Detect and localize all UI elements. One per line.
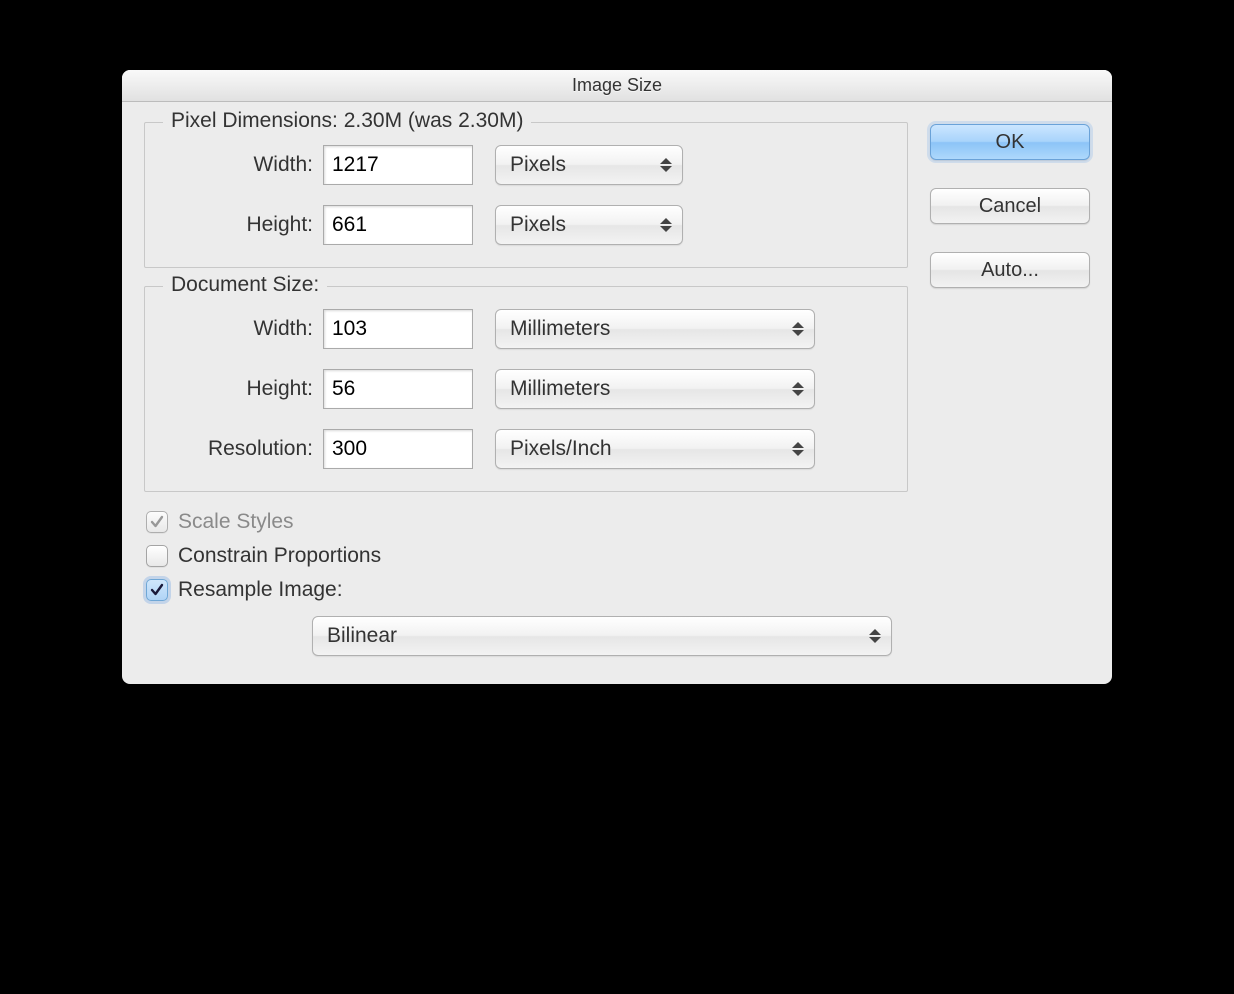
constrain-label: Constrain Proportions — [178, 544, 381, 568]
window-title: Image Size — [572, 75, 662, 96]
stepper-icon — [792, 382, 804, 396]
scale-styles-row: Scale Styles — [144, 510, 908, 534]
pixel-width-row: Width: Pixels — [163, 145, 889, 185]
doc-height-label: Height: — [163, 377, 323, 401]
stepper-icon — [869, 629, 881, 643]
check-icon — [150, 515, 164, 529]
doc-width-label: Width: — [163, 317, 323, 341]
image-size-dialog: Image Size Pixel Dimensions: 2.30M (was … — [122, 70, 1112, 684]
stepper-icon — [792, 442, 804, 456]
resample-image-checkbox[interactable] — [146, 579, 168, 601]
check-icon — [150, 583, 164, 597]
pixel-height-unit-value: Pixels — [510, 213, 566, 237]
window-titlebar: Image Size — [122, 70, 1112, 102]
resample-row: Resample Image: — [144, 578, 908, 602]
button-column: OK Cancel Auto... — [930, 122, 1090, 656]
pixel-dimensions-legend: Pixel Dimensions: 2.30M (was 2.30M) — [163, 109, 531, 133]
pixel-height-unit-select[interactable]: Pixels — [495, 205, 683, 245]
pixel-dimensions-group: Pixel Dimensions: 2.30M (was 2.30M) Widt… — [144, 122, 908, 268]
pixel-width-label: Width: — [163, 153, 323, 177]
pixel-width-input[interactable] — [323, 145, 473, 185]
doc-height-unit-select[interactable]: Millimeters — [495, 369, 815, 409]
resample-method-value: Bilinear — [327, 624, 397, 648]
pixel-width-unit-select[interactable]: Pixels — [495, 145, 683, 185]
constrain-proportions-checkbox[interactable] — [146, 545, 168, 567]
resolution-unit-select[interactable]: Pixels/Inch — [495, 429, 815, 469]
doc-width-unit-value: Millimeters — [510, 317, 610, 341]
left-column: Pixel Dimensions: 2.30M (was 2.30M) Widt… — [144, 122, 908, 656]
auto-button[interactable]: Auto... — [930, 252, 1090, 288]
ok-button-label: OK — [996, 131, 1025, 154]
dialog-content: Pixel Dimensions: 2.30M (was 2.30M) Widt… — [122, 102, 1112, 684]
resolution-unit-value: Pixels/Inch — [510, 437, 612, 461]
cancel-button-label: Cancel — [979, 195, 1041, 218]
resample-label: Resample Image: — [178, 578, 343, 602]
constrain-row: Constrain Proportions — [144, 544, 908, 568]
pixel-height-label: Height: — [163, 213, 323, 237]
pixel-width-unit-value: Pixels — [510, 153, 566, 177]
resolution-input[interactable] — [323, 429, 473, 469]
doc-height-row: Height: Millimeters — [163, 369, 889, 409]
stepper-icon — [660, 218, 672, 232]
doc-width-row: Width: Millimeters — [163, 309, 889, 349]
auto-button-label: Auto... — [981, 259, 1039, 282]
resample-method-select[interactable]: Bilinear — [312, 616, 892, 656]
doc-width-input[interactable] — [323, 309, 473, 349]
document-size-legend: Document Size: — [163, 273, 327, 297]
scale-styles-label: Scale Styles — [178, 510, 294, 534]
resample-method-row: Bilinear — [144, 616, 908, 656]
ok-button[interactable]: OK — [930, 124, 1090, 160]
stepper-icon — [660, 158, 672, 172]
pixel-height-row: Height: Pixels — [163, 205, 889, 245]
scale-styles-checkbox — [146, 511, 168, 533]
pixel-height-input[interactable] — [323, 205, 473, 245]
resolution-row: Resolution: Pixels/Inch — [163, 429, 889, 469]
doc-height-unit-value: Millimeters — [510, 377, 610, 401]
document-size-group: Document Size: Width: Millimeters Height… — [144, 286, 908, 492]
doc-height-input[interactable] — [323, 369, 473, 409]
doc-width-unit-select[interactable]: Millimeters — [495, 309, 815, 349]
resolution-label: Resolution: — [163, 437, 323, 461]
cancel-button[interactable]: Cancel — [930, 188, 1090, 224]
stepper-icon — [792, 322, 804, 336]
